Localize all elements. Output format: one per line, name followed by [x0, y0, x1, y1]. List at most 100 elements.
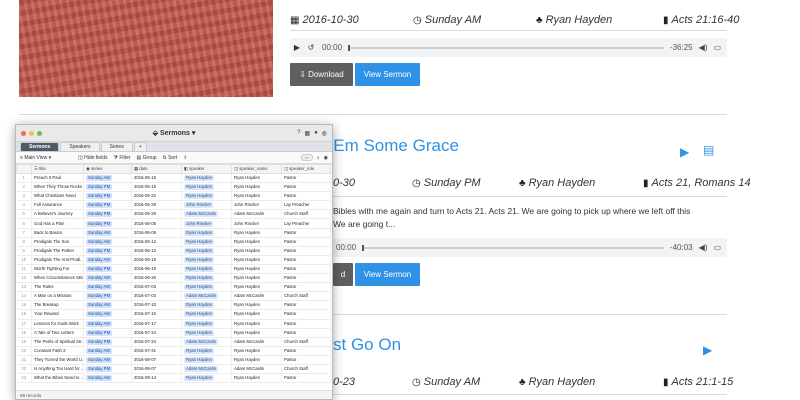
table-row[interactable]: 21 They Turned the World U... Sunday AM 201… — [16, 355, 331, 365]
table-row[interactable]: 13 The Rules Sunday AM 2016-07-03 Ryan Hayde… — [16, 282, 331, 293]
speaker-name-cell[interactable]: Ryan Hayden — [231, 246, 282, 256]
series-cell[interactable]: Sunday PM — [83, 291, 132, 302]
grid-icon[interactable]: ▦ — [304, 130, 310, 137]
series-cell[interactable]: Sunday PM — [83, 337, 132, 347]
table-row[interactable]: 22 Is Anything Too Hard for ... Sunday PM 2… — [16, 364, 331, 375]
series-cell[interactable]: Sunday AM — [83, 300, 132, 311]
series-cell[interactable]: Sunday PM — [83, 246, 132, 256]
title-cell[interactable]: Back to Basics — [31, 228, 84, 238]
column-header[interactable]: ◧ speaker — [181, 164, 232, 174]
view-switcher[interactable]: ≡ Main View ▾ — [20, 155, 51, 161]
search-icon[interactable]: ⌕ — [317, 155, 320, 161]
speaker-cell[interactable]: Ryan Hayden — [181, 328, 232, 338]
date-cell[interactable]: 2016-08-14 — [131, 373, 182, 384]
speaker-name-cell[interactable]: Ryan Hayden — [231, 182, 282, 193]
speaker-name-cell[interactable]: Adam McCaslin — [231, 337, 282, 347]
title-cell[interactable]: Prodigals The Father — [31, 246, 84, 256]
sermon-title[interactable]: st Go On — [333, 335, 401, 355]
speaker-name-cell[interactable]: Ryan Hayden — [231, 346, 282, 356]
speaker-name-cell[interactable]: Ryan Hayden — [231, 191, 282, 202]
series-cell[interactable]: Sunday AM — [83, 273, 132, 284]
sermon-speaker[interactable]: ♣ Ryan Hayden — [519, 177, 595, 189]
speaker-name-cell[interactable]: Ryan Hayden — [231, 282, 282, 293]
date-cell[interactable]: 2016-06-19 — [131, 255, 182, 265]
tab-speakers[interactable]: Speakers — [60, 142, 100, 151]
date-cell[interactable]: 2016-08-07 — [131, 355, 182, 365]
title-cell[interactable]: Prodigals The Anti-Prodi... — [31, 255, 84, 265]
table-row[interactable]: 1 Preach It Paul Sunday AM 2016-05-15 Ryan H… — [16, 173, 331, 184]
speaker-name-cell[interactable]: Ryan Hayden — [231, 237, 282, 247]
title-cell[interactable]: A Believer's Journey — [31, 209, 84, 220]
series-cell[interactable]: Sunday PM — [83, 200, 132, 211]
speaker-cell[interactable]: Ryan Hayden — [181, 264, 232, 275]
download-button[interactable]: d — [333, 263, 353, 286]
series-cell[interactable]: Sunday AM — [83, 373, 132, 384]
speaker-role-cell[interactable]: Lay Preacher — [281, 200, 331, 211]
speaker-cell[interactable]: Ryan Hayden — [181, 300, 232, 311]
table-row[interactable]: 19 The Perils of Spiritual Str... Sunday P… — [16, 337, 331, 347]
table-row[interactable]: 14 A Man on a Mission Sunday PM 2016-07-03 A… — [16, 291, 331, 302]
sermon-title[interactable]: 'Em Some Grace — [330, 136, 459, 156]
speaker-cell[interactable]: Ryan Hayden — [181, 273, 232, 284]
title-cell[interactable]: When They Throw Rocks — [31, 182, 84, 193]
date-cell[interactable]: 2016-05-15 — [131, 173, 182, 184]
avatar[interactable]: ◍ — [322, 130, 327, 137]
title-cell[interactable]: They Turned the World U... — [31, 355, 84, 365]
share-view-button[interactable]: ◦◦◦ — [300, 154, 313, 161]
date-cell[interactable]: 2016-07-03 — [131, 291, 182, 302]
date-cell[interactable]: 2016-07-24 — [131, 337, 182, 347]
speaker-name-cell[interactable]: Adam McCaslin — [231, 291, 282, 302]
table-row[interactable]: 9 Prodigals The Father Sunday PM 2016-06-12… — [16, 246, 331, 256]
speaker-role-cell[interactable]: Pastor — [281, 182, 331, 193]
view-sermon-button[interactable]: View Sermon — [355, 263, 420, 286]
speaker-name-cell[interactable]: Adam McCaslin — [231, 364, 282, 375]
seek-bar[interactable] — [348, 44, 664, 51]
table-row[interactable]: 5A Believer's Journey Sunday PM 2016-05-29… — [16, 209, 331, 220]
speaker-cell[interactable]: Adam McCaslin — [181, 209, 232, 220]
table-row[interactable]: 10 Prodigals The Anti-Prodi... Sunday AM 20… — [16, 255, 331, 265]
date-cell[interactable]: 2016-07-17 — [131, 319, 182, 329]
date-cell[interactable]: 2016-06-05 — [131, 218, 182, 229]
title-cell[interactable]: What the Bibes Need to ... — [31, 373, 84, 384]
date-cell[interactable]: 2016-06-12 — [131, 246, 182, 256]
speaker-name-cell[interactable]: Ryan Hayden — [231, 328, 282, 338]
date-cell[interactable]: 2016-07-24 — [131, 328, 182, 338]
date-cell[interactable]: 2016-06-05 — [131, 228, 182, 238]
speaker-cell[interactable]: Ryan Hayden — [181, 246, 232, 256]
date-cell[interactable]: 2016-07-10 — [131, 300, 182, 311]
speaker-cell[interactable]: Adam McCaslin — [181, 291, 232, 302]
airtable-window[interactable]: ⬙ Sermons ▾ ? ▦ ● ◍ Sermons Speakers Ser… — [15, 124, 333, 400]
speaker-cell[interactable]: John Rincker — [181, 200, 232, 211]
series-cell[interactable]: Sunday PM — [83, 364, 132, 375]
title-cell[interactable]: Lessons for Gods Work — [31, 319, 84, 329]
volume-icon[interactable]: ◀) — [699, 243, 708, 252]
title-cell[interactable]: What Christians Need — [31, 191, 84, 202]
tab-series[interactable]: Series — [100, 142, 133, 151]
series-cell[interactable]: Sunday AM — [83, 346, 132, 356]
table-row[interactable]: 11 Worth Fighting For Sunday PM 2016-06-19 R… — [16, 264, 331, 275]
speaker-role-cell[interactable]: Pastor — [281, 328, 331, 338]
tab-sermons[interactable]: Sermons — [20, 142, 60, 151]
series-cell[interactable]: Sunday PM — [83, 328, 132, 338]
date-cell[interactable]: 2016-06-26 — [131, 273, 182, 284]
series-cell[interactable]: Sunday PM — [83, 182, 132, 193]
table-row[interactable]: 15 The Breakup Sunday AM 2016-07-10 Ryan Hay… — [16, 300, 331, 311]
audio-player[interactable]: 00:00 -40:03 ◀) ▭ — [333, 238, 727, 257]
table-row[interactable]: 4 Full Assurance Sunday PM 2016-05-29 John R… — [16, 200, 331, 211]
series-cell[interactable]: Sunday AM — [83, 228, 132, 238]
table-row[interactable]: 17 Lessons for Gods Work Sunday AM 2016-07-… — [16, 319, 331, 329]
group-button[interactable]: ▤ Group — [136, 155, 156, 161]
speaker-cell[interactable]: Adam McCaslin — [181, 337, 232, 347]
speaker-role-cell[interactable]: Pastor — [281, 355, 331, 365]
date-cell[interactable]: 2016-06-19 — [131, 264, 182, 275]
play-icon[interactable]: ▶ — [703, 343, 712, 357]
speaker-role-cell[interactable]: Pastor — [281, 255, 331, 265]
speaker-cell[interactable]: Ryan Hayden — [181, 182, 232, 193]
speaker-cell[interactable]: Ryan Hayden — [181, 237, 232, 247]
series-cell[interactable]: Sunday AM — [83, 319, 132, 329]
speaker-role-cell[interactable]: Pastor — [281, 173, 331, 184]
document-icon[interactable]: ▤ — [703, 143, 714, 157]
title-cell[interactable]: Is Anything Too Hard for ... — [31, 364, 84, 375]
speaker-role-cell[interactable]: Pastor — [281, 273, 331, 284]
speaker-name-cell[interactable]: John Rincker — [231, 200, 282, 211]
